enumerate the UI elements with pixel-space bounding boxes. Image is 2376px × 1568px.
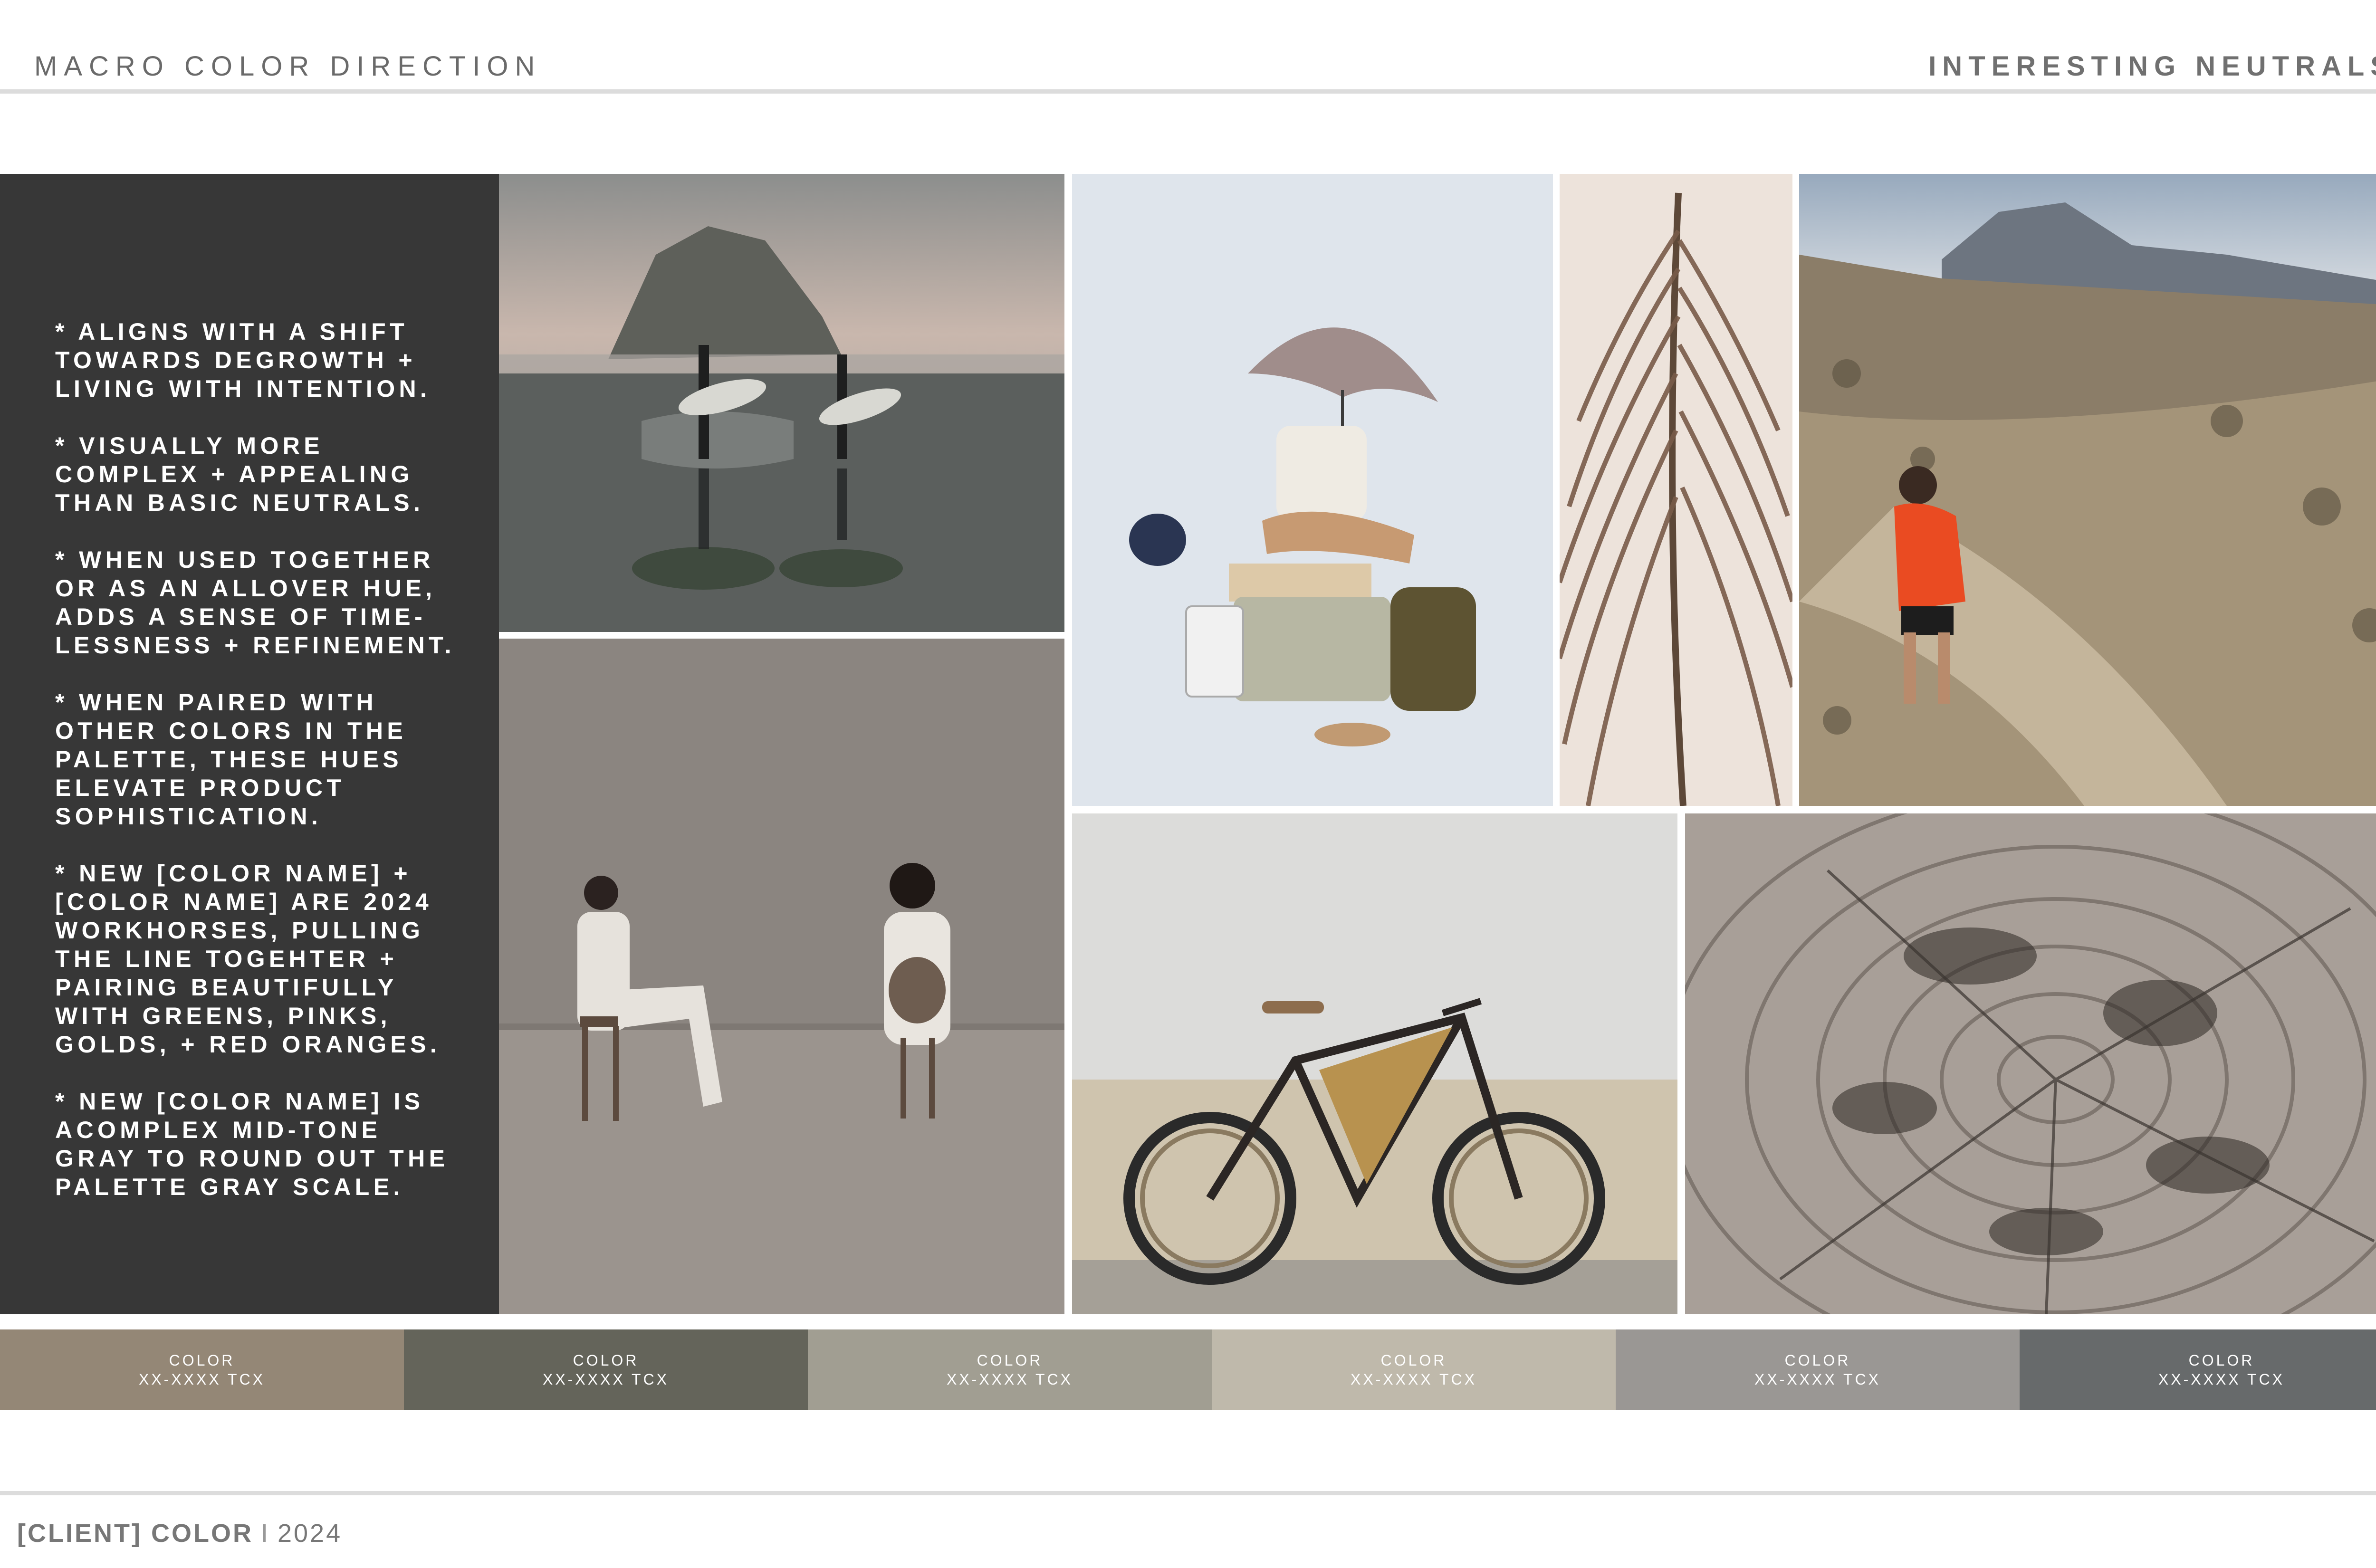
note-item: * NEW [COLOR NAME] IS ACOMPLEX MID-TONE … [55,1088,449,1200]
note-item: * VISUALLY MORE COMPLEX + APPEALING THAN… [55,432,424,516]
footer: [CLIENT] COLOR I 2024 [17,1519,342,1548]
photo-seated-figures [499,639,1064,1314]
swatch-1: COLOR XX-XXXX TCX [0,1329,404,1410]
photo-bicycle [1072,813,1677,1314]
swatch-name: COLOR [1784,1352,1851,1369]
footer-brand: [CLIENT] COLOR [17,1519,253,1548]
swatch-code: XX-XXXX TCX [542,1371,670,1388]
note-item: * WHEN PAIRED WITH OTHER COLORS IN THE P… [55,689,407,830]
section-title: MACRO COLOR DIRECTION [34,51,542,82]
swatch-name: COLOR [573,1352,639,1369]
header-divider [0,89,2376,94]
swatch-5: COLOR XX-XXXX TCX [1616,1329,2020,1410]
footer-divider [0,1491,2376,1495]
swatch-code: XX-XXXX TCX [2158,1371,2285,1388]
swatch-4: COLOR XX-XXXX TCX [1212,1329,1616,1410]
note-item: * ALIGNS WITH A SHIFT TOWARDS DEGROWTH +… [55,318,431,402]
swatch-name: COLOR [977,1352,1043,1369]
photo-surfers-beach [499,174,1064,632]
photo-palm-frond [1560,174,1792,806]
swatch-name: COLOR [169,1352,235,1369]
footer-year: 2024 [277,1519,343,1548]
theme-title: INTERESTING NEUTRALS [1928,51,2376,82]
swatch-2: COLOR XX-XXXX TCX [404,1329,808,1410]
swatch-code: XX-XXXX TCX [1350,1371,1477,1388]
photo-trail-runner [1799,174,2376,806]
swatch-code: XX-XXXX TCX [1754,1371,1881,1388]
swatch-code: XX-XXXX TCX [138,1371,266,1388]
swatch-6: COLOR XX-XXXX TCX [2020,1329,2376,1410]
swatch-name: COLOR [1380,1352,1447,1369]
photo-tree-rings [1685,813,2376,1314]
swatch-3: COLOR XX-XXXX TCX [808,1329,1212,1410]
note-item: * NEW [COLOR NAME] + [COLOR NAME] ARE 20… [55,860,441,1058]
footer-separator: I [260,1519,270,1548]
swatch-code: XX-XXXX TCX [946,1371,1073,1388]
notes-list: * ALIGNS WITH A SHIFT TOWARDS DEGROWTH +… [55,317,483,1230]
note-item: * WHEN USED TOGETHER OR AS AN ALLOVER HU… [55,546,455,659]
swatch-name: COLOR [2188,1352,2255,1369]
photo-umbrella-gear [1072,174,1553,806]
